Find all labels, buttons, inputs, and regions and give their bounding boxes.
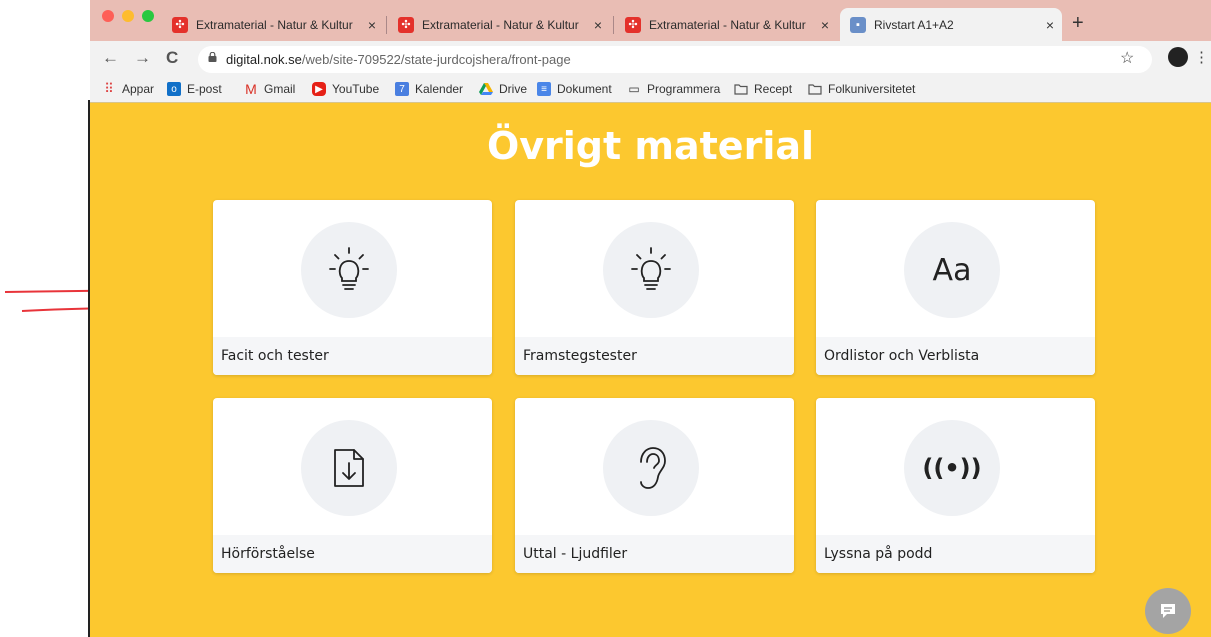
- ear-icon: [640, 447, 666, 489]
- tab-title: Extramaterial - Natur & Kultur: [196, 17, 353, 32]
- bookmark-label: YouTube: [332, 82, 380, 96]
- bookmark-label: Drive: [499, 82, 528, 96]
- drive-icon: [479, 82, 493, 96]
- bookmark-youtube[interactable]: ▶ YouTube: [312, 82, 379, 96]
- bookmark-kalender[interactable]: 7 Kalender: [395, 82, 463, 96]
- rivstart-favicon-icon: ▪: [850, 16, 866, 33]
- bookmark-dokument[interactable]: ≡ Dokument: [537, 82, 612, 96]
- card-lyssna-pa-podd[interactable]: ((•)) Lyssna på podd: [816, 398, 1095, 573]
- bookmark-e-post[interactable]: o E-post: [167, 82, 222, 96]
- card-label: Facit och tester: [213, 337, 492, 375]
- minimize-window-button[interactable]: [122, 10, 134, 22]
- card-icon-circle: [301, 222, 397, 318]
- natur-kultur-favicon-icon: ✣: [398, 16, 414, 33]
- bookmark-label: Recept: [754, 82, 793, 96]
- lightbulb-icon: [631, 247, 671, 290]
- bookmark-label: Appar: [122, 82, 155, 96]
- calendar-icon: 7: [395, 82, 409, 96]
- chat-bubble-icon: [1161, 604, 1175, 618]
- card-icon-circle: [603, 222, 699, 318]
- url-domain: digital.nok.se: [226, 52, 302, 67]
- bookmark-label: Folkuniversitetet: [828, 82, 916, 96]
- gmail-icon: M: [245, 81, 257, 97]
- apps-grid-icon: ⠿: [104, 81, 114, 96]
- bookmark-drive[interactable]: Drive: [479, 82, 527, 96]
- page-title: Övrigt material: [486, 124, 815, 168]
- card-label: Ordlistor och Verblista: [816, 337, 1095, 375]
- tab-extramaterial-3[interactable]: ✣ Extramaterial - Natur & Kultur ×: [615, 8, 837, 41]
- browser-toolbar: ← → C digital.nok.se/web/site-709522/sta…: [90, 41, 1211, 77]
- youtube-icon: ▶: [312, 82, 326, 96]
- folder-icon: [808, 82, 822, 96]
- bookmarks-bar: ⠿ Appar o E-post M Gmail ▶ YouTube 7 Kal…: [90, 77, 1211, 103]
- menu-icon[interactable]: ⋮: [1194, 48, 1209, 66]
- tab-title: Extramaterial - Natur & Kultur: [422, 17, 579, 32]
- card-label: Framstegstester: [515, 337, 794, 375]
- card-label: Hörförståelse: [213, 535, 492, 573]
- close-tab-icon[interactable]: ×: [813, 17, 837, 33]
- browser-window: ✣ Extramaterial - Natur & Kultur × ✣ Ext…: [90, 0, 1211, 637]
- close-tab-icon[interactable]: ×: [586, 17, 610, 33]
- bookmark-label: Programmera: [647, 82, 721, 96]
- zoom-window-button[interactable]: [142, 10, 154, 22]
- tab-strip: ✣ Extramaterial - Natur & Kultur × ✣ Ext…: [90, 0, 1211, 41]
- bookmark-folkuniversitetet[interactable]: Folkuniversitetet: [808, 82, 915, 96]
- folder-icon: [734, 82, 748, 96]
- reload-button[interactable]: C: [166, 48, 178, 68]
- docs-icon: ≡: [537, 82, 551, 96]
- tab-extramaterial-2[interactable]: ✣ Extramaterial - Natur & Kultur ×: [388, 8, 610, 41]
- lightbulb-icon: [329, 247, 369, 290]
- card-ordlistor-och-verblista[interactable]: Aa Ordlistor och Verblista: [816, 200, 1095, 375]
- close-tab-icon[interactable]: ×: [1038, 17, 1062, 33]
- bookmark-star-icon[interactable]: ☆: [1120, 48, 1134, 68]
- bookmark-recept[interactable]: Recept: [734, 82, 792, 96]
- card-icon-circle: Aa: [904, 222, 1000, 318]
- text-aa-icon: Aa: [932, 252, 972, 288]
- forward-button[interactable]: →: [134, 48, 151, 68]
- card-icon-circle: ((•)): [904, 420, 1000, 516]
- bookmark-appar[interactable]: ⠿ Appar: [102, 81, 155, 96]
- bookmark-label: E-post: [187, 82, 222, 96]
- card-uttal-ljudfiler[interactable]: Uttal - Ljudfiler: [515, 398, 794, 573]
- close-window-button[interactable]: [102, 10, 114, 22]
- broadcast-icon: ((•)): [922, 454, 982, 482]
- tab-rivstart[interactable]: ▪ Rivstart A1+A2 ×: [840, 8, 1062, 41]
- profile-avatar[interactable]: [1168, 47, 1188, 67]
- tab-title: Extramaterial - Natur & Kultur: [649, 17, 806, 32]
- back-button[interactable]: ←: [102, 48, 119, 68]
- card-label: Uttal - Ljudfiler: [515, 535, 794, 573]
- bookmark-gmail[interactable]: M Gmail: [244, 81, 296, 97]
- natur-kultur-favicon-icon: ✣: [172, 16, 188, 33]
- monitor-icon: ▭: [628, 82, 640, 96]
- card-facit-och-tester[interactable]: Facit och tester: [213, 200, 492, 375]
- bookmark-programmera[interactable]: ▭ Programmera: [627, 82, 720, 96]
- lock-icon: [208, 52, 217, 62]
- bookmark-label: Dokument: [557, 82, 612, 96]
- natur-kultur-favicon-icon: ✣: [625, 16, 641, 33]
- url-text: digital.nok.se/web/site-709522/state-jur…: [226, 52, 571, 67]
- new-tab-button[interactable]: +: [1072, 12, 1084, 35]
- card-framstegstester[interactable]: Framstegstester: [515, 200, 794, 375]
- tab-title: Rivstart A1+A2: [874, 17, 954, 32]
- close-tab-icon[interactable]: ×: [360, 17, 384, 33]
- tab-separator: [613, 16, 614, 34]
- bookmark-label: Gmail: [264, 82, 296, 96]
- card-icon-circle: [301, 420, 397, 516]
- chat-button[interactable]: [1145, 588, 1191, 634]
- url-path: /web/site-709522/state-jurdcojshera/fron…: [301, 52, 571, 67]
- outlook-icon: o: [167, 82, 181, 96]
- card-icon-circle: [603, 420, 699, 516]
- address-bar[interactable]: digital.nok.se/web/site-709522/state-jur…: [198, 46, 1152, 73]
- tab-extramaterial-1[interactable]: ✣ Extramaterial - Natur & Kultur ×: [162, 8, 384, 41]
- card-horforstaelse[interactable]: Hörförståelse: [213, 398, 492, 573]
- card-label: Lyssna på podd: [816, 535, 1095, 573]
- tab-separator: [386, 16, 387, 34]
- download-document-icon: [334, 449, 364, 487]
- bookmark-label: Kalender: [415, 82, 464, 96]
